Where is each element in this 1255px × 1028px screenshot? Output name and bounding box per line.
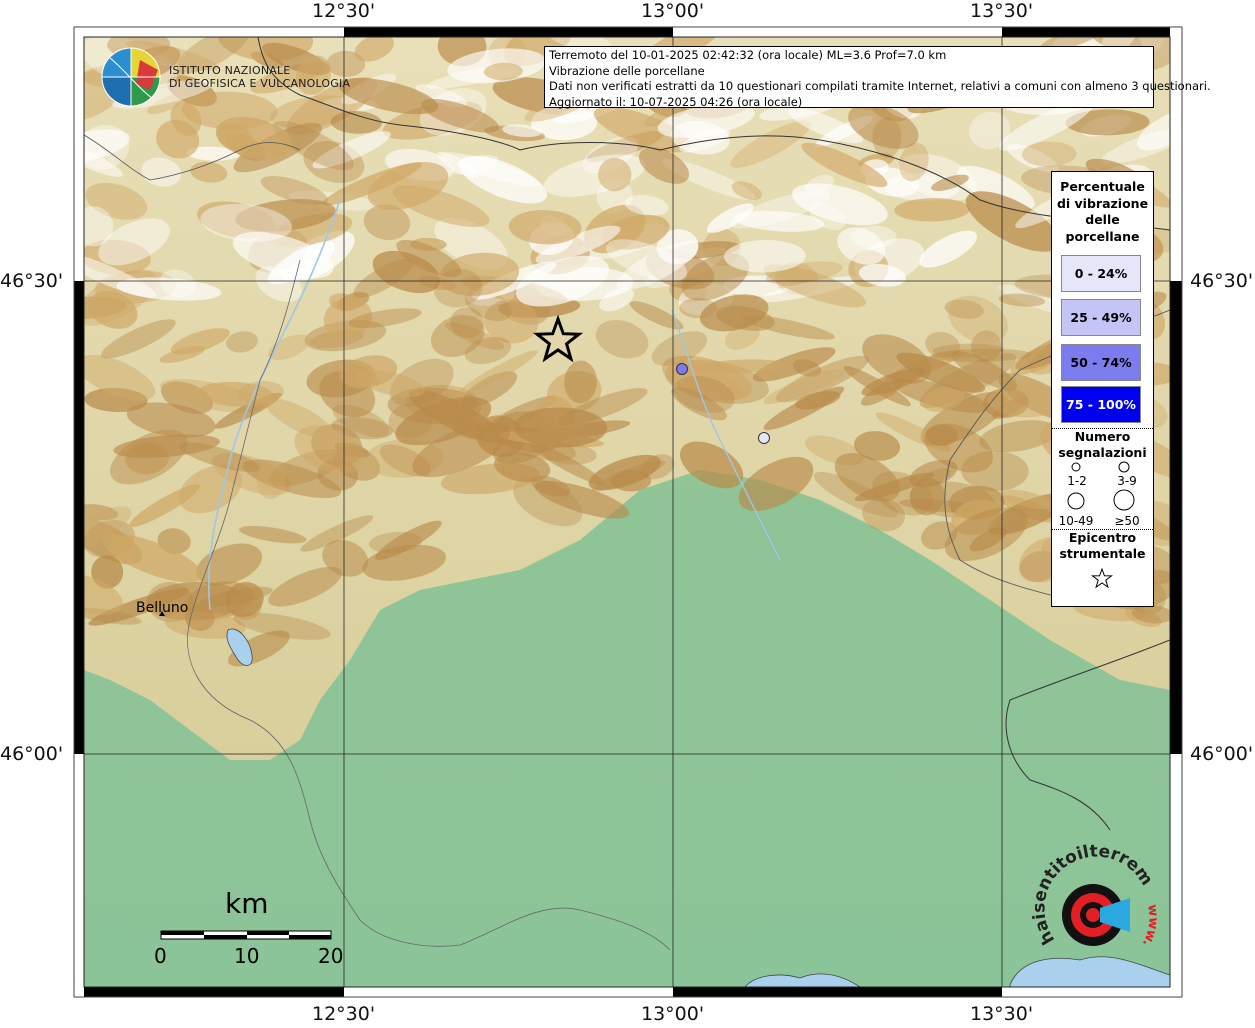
scale-tick-label: 0 xyxy=(154,944,167,968)
lat-label-left-2: 46°00' xyxy=(0,743,64,765)
lon-label-top-1: 12°30' xyxy=(312,0,376,22)
report-point[interactable] xyxy=(758,432,770,444)
event-updated: Aggiornato il: 10-07-2025 04:26 (ora loc… xyxy=(549,94,803,109)
legend-star-icon xyxy=(1091,568,1113,589)
lon-label-bottom-3: 13°30' xyxy=(970,1003,1034,1025)
legend: Percentuale di vibrazione delle porcella… xyxy=(1051,171,1154,607)
legend-count-label: 1-2 xyxy=(1067,474,1087,488)
lat-label-right-2: 46°00' xyxy=(1190,743,1254,765)
scale-bar xyxy=(160,930,332,940)
legend-swatch: 75 - 100% xyxy=(1061,386,1141,423)
intensity-map: haisentitoilterremoto.it www. 12°30' 13°… xyxy=(0,0,1255,1025)
event-parameter: Vibrazione delle porcellane xyxy=(549,63,705,78)
lon-label-bottom-2: 13°00' xyxy=(641,1003,705,1025)
event-note: Dati non verificati estratti da 10 quest… xyxy=(549,79,1211,93)
lat-label-right-1: 46°30' xyxy=(1190,270,1254,292)
legend-epicenter-title: Epicentro strumentale xyxy=(1059,530,1146,561)
legend-swatch: 0 - 24% xyxy=(1061,255,1141,292)
event-info-box: Terremoto del 10-01-2025 02:42:32 (ora l… xyxy=(544,46,1211,109)
place-label-belluno: Belluno xyxy=(136,600,189,616)
legend-title: Percentuale di vibrazione delle porcella… xyxy=(1056,179,1149,244)
legend-count-label: 3-9 xyxy=(1117,474,1137,488)
event-title: Terremoto del 10-01-2025 02:42:32 (ora l… xyxy=(549,48,947,62)
logo-line-1: ISTITUTO NAZIONALE xyxy=(169,64,291,77)
legend-count-label: 10-49 xyxy=(1058,514,1094,528)
lon-label-top-2: 13°00' xyxy=(641,0,705,22)
lon-label-bottom-1: 12°30' xyxy=(312,1003,376,1025)
report-point[interactable] xyxy=(676,363,688,375)
terrain xyxy=(84,37,1170,987)
scale-title: km xyxy=(225,887,269,920)
ingv-logo-icon xyxy=(101,47,161,107)
legend-count-title: Numero segnalazioni xyxy=(1058,429,1147,460)
lat-label-left-1: 46°30' xyxy=(0,270,64,292)
lon-label-top-3: 13°30' xyxy=(970,0,1034,22)
legend-swatch: 25 - 49% xyxy=(1061,299,1141,336)
legend-count-label: ≥50 xyxy=(1114,514,1140,528)
legend-swatch: 50 - 74% xyxy=(1061,344,1141,381)
scale-tick-label: 20 xyxy=(318,944,344,968)
scale-tick-label: 10 xyxy=(234,944,260,968)
logo-text: ISTITUTO NAZIONALE DI GEOFISICA E VULCAN… xyxy=(169,64,350,90)
logo-line-2: DI GEOFISICA E VULCANOLOGIA xyxy=(169,77,351,90)
